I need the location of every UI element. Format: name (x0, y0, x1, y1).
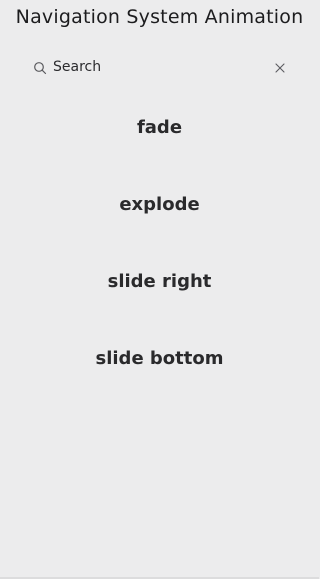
menu-item-slide-right[interactable]: slide right (0, 259, 319, 336)
search-input[interactable] (53, 57, 273, 77)
menu-item-slide-bottom[interactable]: slide bottom (0, 336, 319, 413)
search-bar[interactable] (26, 53, 294, 81)
close-icon[interactable] (273, 60, 287, 74)
search-icon (33, 60, 47, 75)
app-window: Navigation System Animation fade explode… (0, 0, 319, 579)
menu-item-explode[interactable]: explode (0, 182, 319, 259)
animation-menu: fade explode slide right slide bottom (0, 105, 319, 413)
page-title: Navigation System Animation (15, 6, 304, 28)
menu-item-fade[interactable]: fade (0, 105, 319, 182)
